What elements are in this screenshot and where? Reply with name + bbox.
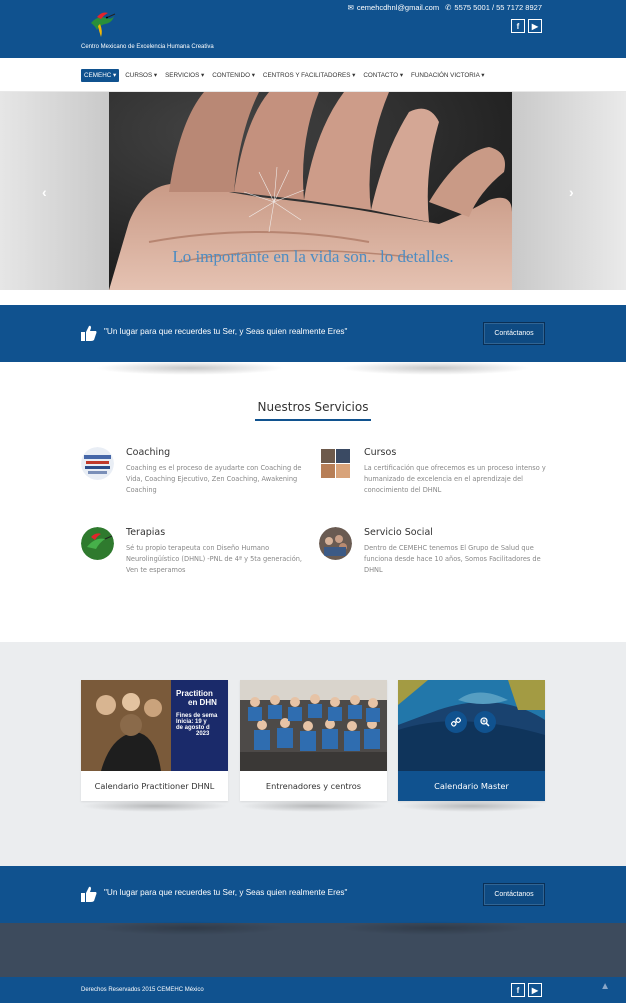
footer: Derechos Reservados 2015 CEMEHC México f…: [0, 977, 626, 1003]
thumbs-up-icon: [81, 325, 97, 341]
banner-quote: "Un lugar para que recuerdes tu Ser, y S…: [104, 327, 348, 336]
title-underline: [255, 419, 371, 421]
service-name: Coaching: [126, 447, 171, 458]
quote-banner-top: "Un lugar para que recuerdes tu Ser, y S…: [0, 305, 626, 362]
nav-label: CURSOS: [125, 72, 153, 79]
service-desc: Coaching es el proceso de ayudarte con C…: [126, 464, 302, 494]
card-shadow: [81, 800, 228, 812]
card-caption: Calendario Master: [398, 771, 545, 801]
courses-icon: [319, 447, 352, 480]
service-desc: Dentro de CEMEHC tenemos El Grupo de Sal…: [364, 544, 541, 574]
phone-item[interactable]: ✆ 5575 5001 / 55 7172 8927: [445, 3, 542, 12]
envelope-icon: ✉: [347, 3, 354, 12]
card-image: Practition en DHN Fines de sema Inicia: …: [81, 680, 228, 771]
social-links-header: f ▶: [511, 19, 542, 33]
facebook-icon[interactable]: f: [511, 983, 525, 997]
brand-name: Centro Mexicano de Excelencia Humana Cre…: [81, 44, 214, 50]
service-name: Cursos: [364, 447, 397, 458]
caret-down-icon: ▾: [251, 72, 255, 79]
nav-servicios[interactable]: SERVICIOS ▾: [163, 69, 206, 82]
therapy-icon: [81, 527, 114, 560]
nav-contenido[interactable]: CONTENIDO ▾: [210, 69, 257, 82]
nav-label: FUNDACIÓN VICTORIA: [411, 72, 480, 79]
nav-label: SERVICIOS: [165, 72, 200, 79]
email-item[interactable]: ✉ cemehcdhnl@gmail.com: [348, 3, 440, 12]
zoom-icon[interactable]: [474, 711, 496, 733]
banner-quote: "Un lugar para que recuerdes tu Ser, y S…: [104, 888, 348, 897]
nav-label: CONTENIDO: [212, 72, 250, 79]
top-header: Centro Mexicano de Excelencia Humana Cre…: [0, 0, 626, 58]
banner-shadow: [95, 921, 285, 935]
services-title: Nuestros Servicios: [257, 400, 369, 414]
nav-contacto[interactable]: CONTACTO ▾: [361, 69, 405, 82]
slider-prev-icon[interactable]: ‹: [42, 184, 47, 200]
caret-down-icon: ▾: [113, 72, 117, 79]
dark-band: [0, 923, 626, 977]
poster-text: Practition en DHN Fines de sema Inicia: …: [176, 689, 228, 737]
slide-caption: Lo importante en la vida son.. lo detall…: [172, 247, 454, 266]
youtube-icon[interactable]: ▶: [528, 983, 542, 997]
youtube-icon[interactable]: ▶: [528, 19, 542, 33]
nav-cursos[interactable]: CURSOS ▾: [123, 69, 159, 82]
service-desc: Sé tu propio terapeuta con Diseño Humano…: [126, 544, 303, 574]
main-nav: CEMEHC ▾ CURSOS ▾ SERVICIOS ▾ CONTENIDO …: [81, 69, 486, 82]
nav-cemehc[interactable]: CEMEHC ▾: [81, 69, 120, 82]
hero-slider: ‹ › Lo importante en la vida son.. lo de…: [0, 92, 626, 290]
contact-button[interactable]: Contáctanos: [483, 883, 545, 906]
card-caption: Entrenadores y centros: [265, 781, 362, 791]
service-name: Servicio Social: [364, 527, 433, 538]
card-image: [398, 680, 545, 771]
social-service-icon: [319, 527, 352, 560]
quote-banner-bottom: "Un lugar para que recuerdes tu Ser, y S…: [0, 866, 626, 923]
thumbs-up-icon: [81, 886, 97, 902]
service-desc: La certificación que ofrecemos es un pro…: [364, 464, 546, 494]
service-name: Terapias: [126, 527, 166, 538]
nav-label: CENTROS Y FACILITADORES: [262, 72, 351, 79]
slider-next-icon[interactable]: ›: [569, 184, 574, 200]
nav-fundacion[interactable]: FUNDACIÓN VICTORIA ▾: [409, 69, 486, 82]
caret-down-icon: ▾: [201, 72, 205, 79]
poster-line: Practition: [176, 689, 213, 698]
link-icon[interactable]: [445, 711, 467, 733]
card-practitioner[interactable]: Practition en DHN Fines de sema Inicia: …: [81, 680, 228, 801]
caret-down-icon: ▾: [153, 72, 158, 79]
poster-line: en DHN: [188, 698, 217, 707]
hummingbird-logo[interactable]: [88, 9, 116, 39]
coaching-icon: [81, 447, 114, 480]
caret-down-icon: ▾: [352, 72, 356, 79]
banner-shadow: [340, 361, 530, 375]
email-text: cemehcdhnl@gmail.com: [356, 3, 440, 12]
nav-label: CEMEHC: [84, 72, 112, 79]
phone-icon: ✆: [445, 3, 452, 12]
nav-label: CONTACTO: [363, 72, 399, 79]
card-shadow: [240, 800, 387, 812]
card-caption: Calendario Practitioner DHNL: [94, 781, 215, 791]
banner-shadow: [340, 921, 530, 935]
contact-button[interactable]: Contáctanos: [483, 322, 545, 345]
scroll-to-top-icon[interactable]: ▲: [600, 981, 610, 992]
card-image: [240, 680, 387, 771]
contact-info: ✉ cemehcdhnl@gmail.com ✆ 5575 5001 / 55 71…: [348, 3, 542, 12]
poster-line: 2023: [196, 731, 210, 737]
caret-down-icon: ▾: [399, 72, 403, 79]
caret-down-icon: ▾: [481, 72, 485, 79]
social-links-footer: f ▶: [511, 983, 542, 997]
facebook-icon[interactable]: f: [511, 19, 525, 33]
banner-shadow: [95, 361, 285, 375]
card-shadow: [398, 800, 545, 812]
copyright: Derechos Reservados 2015 CEMEHC México: [81, 987, 204, 993]
phone-text: 5575 5001 / 55 7172 8927: [454, 3, 542, 12]
nav-centros[interactable]: CENTROS Y FACILITADORES ▾: [261, 69, 357, 82]
card-entrenadores[interactable]: Entrenadores y centros: [240, 680, 387, 801]
main-navbar: CEMEHC ▾ CURSOS ▾ SERVICIOS ▾ CONTENIDO …: [0, 58, 626, 92]
card-master[interactable]: Calendario Master: [398, 680, 545, 801]
